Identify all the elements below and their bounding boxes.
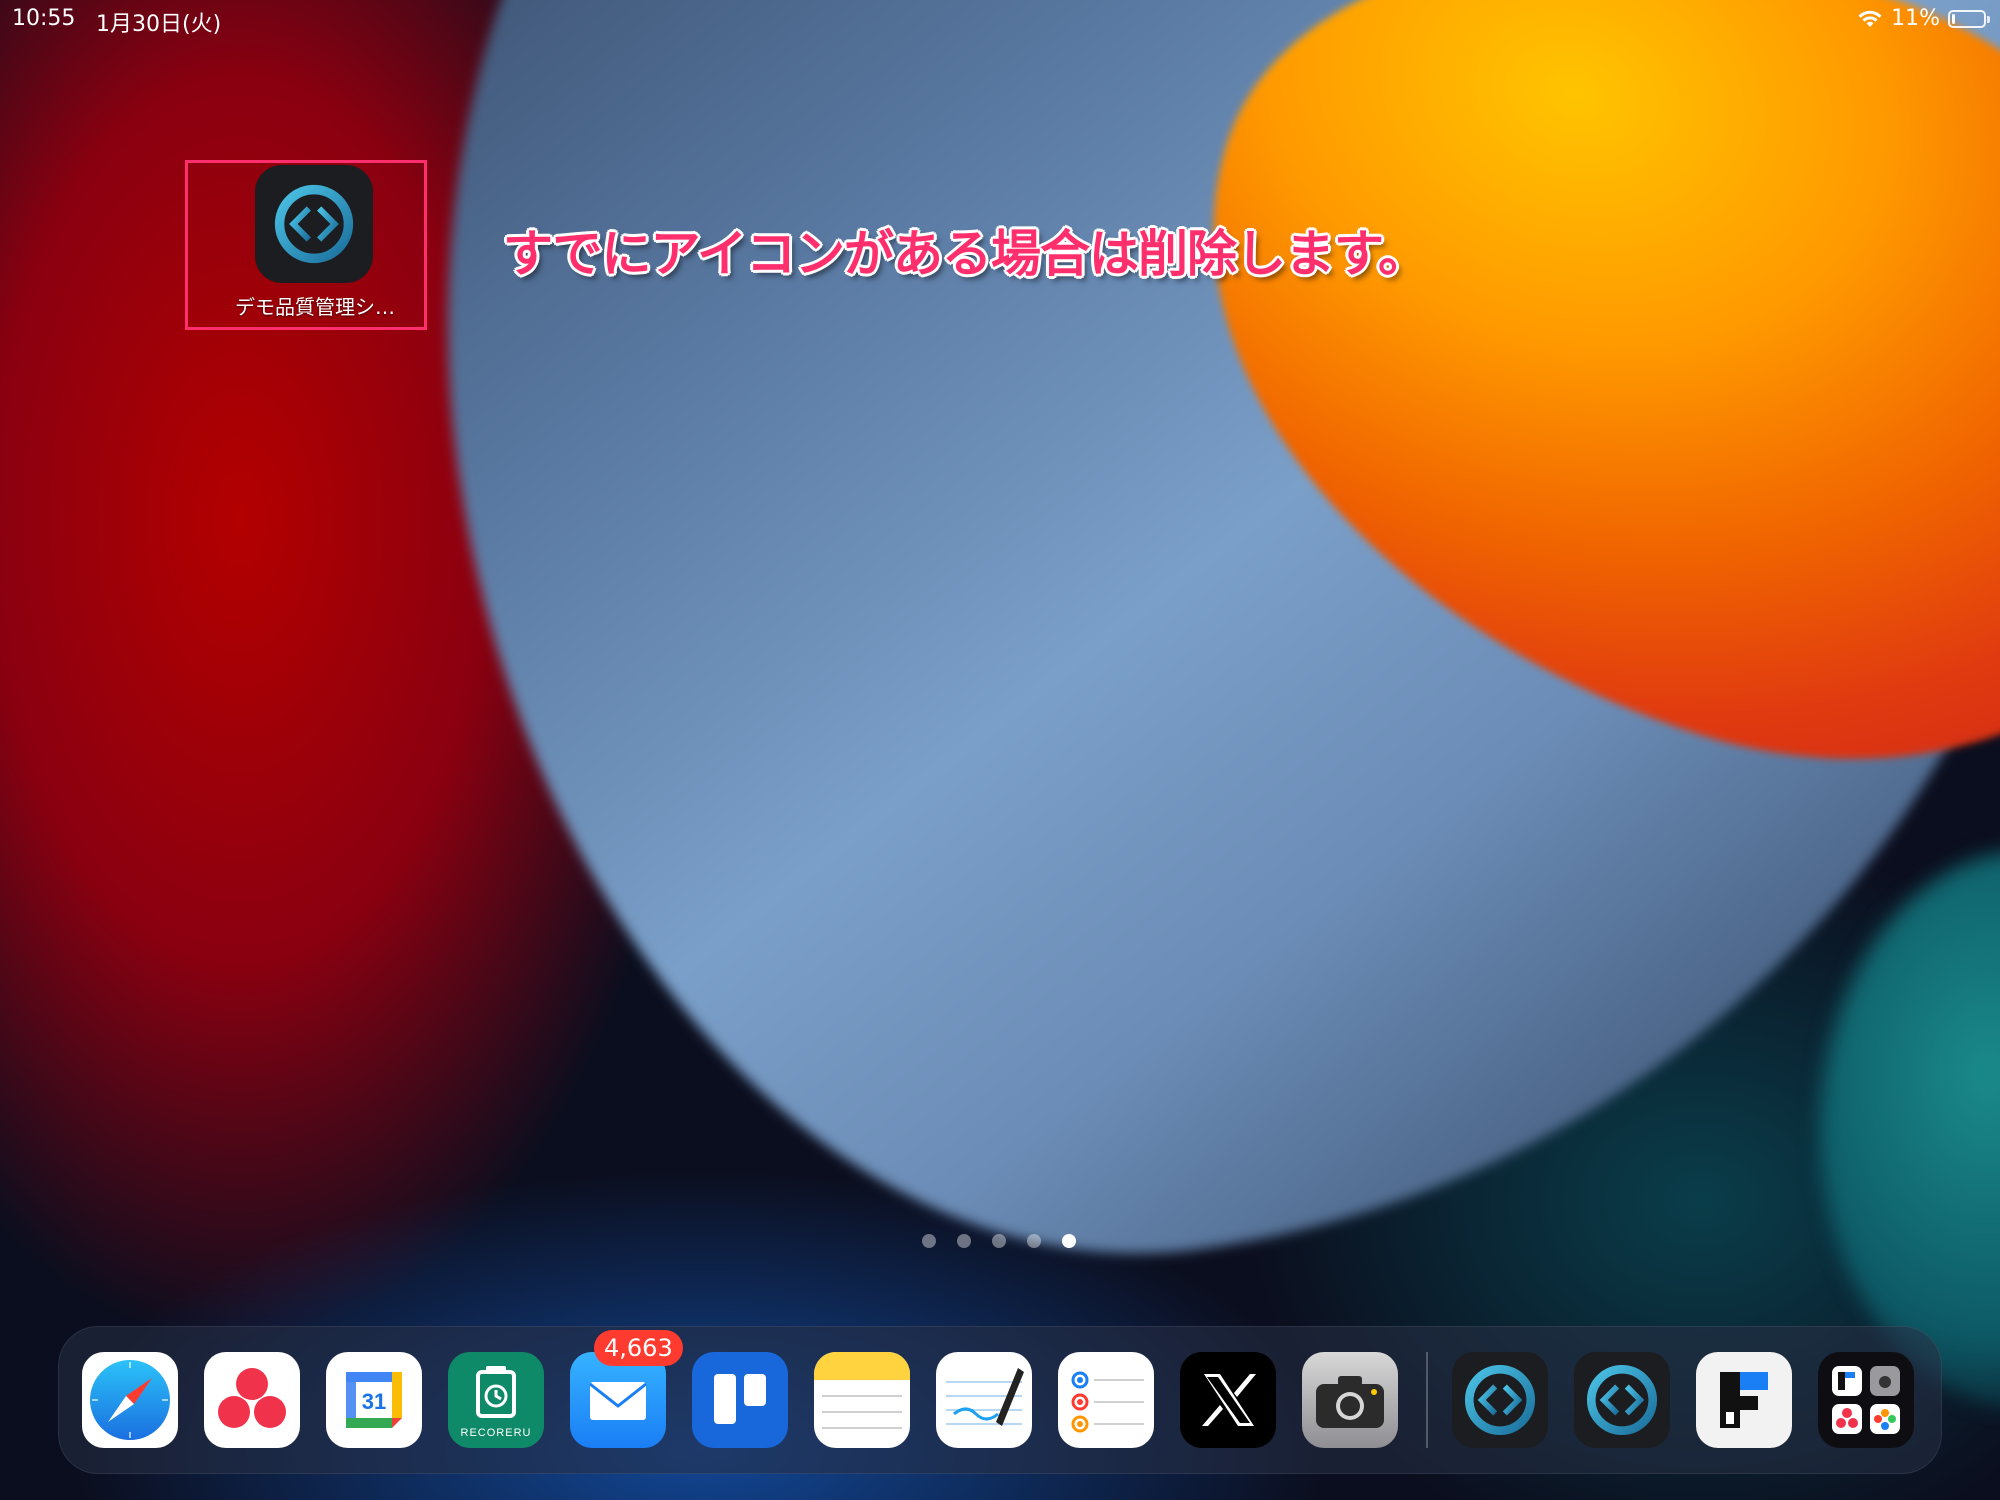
status-date: 1月30日(火) <box>96 12 222 37</box>
annotation-text: すでにアイコンがある場合は削除します。 <box>503 225 1428 283</box>
status-indicators: 11% <box>1857 6 1990 31</box>
status-time: 10:55 <box>12 6 76 31</box>
status-bar: 10:55 1月30日(火) 11% <box>0 0 2000 40</box>
dock-app-safari[interactable] <box>82 1352 178 1448</box>
trello-icon <box>714 1374 766 1424</box>
dock-app-filemaker-go[interactable] <box>1452 1352 1548 1448</box>
dock-app-google-calendar[interactable]: 31 <box>326 1352 422 1448</box>
home-app-label: デモ品質管理シ… <box>235 295 395 319</box>
svg-text:RECORERU: RECORERU <box>461 1427 532 1439</box>
battery-icon <box>1948 9 1990 28</box>
svg-text:31: 31 <box>362 1389 386 1414</box>
google-calendar-icon: 31 <box>346 1372 402 1428</box>
page-indicator[interactable] <box>922 1234 1076 1248</box>
dock-app-filemaker-go-2[interactable] <box>1574 1352 1670 1448</box>
dock-app-freeform[interactable] <box>936 1352 1032 1448</box>
safari-icon <box>90 1360 170 1440</box>
mail-badge: 4,663 <box>594 1330 683 1366</box>
x-icon <box>1202 1374 1256 1426</box>
battery-percentage: 11% <box>1891 6 1940 31</box>
page-dot[interactable] <box>1027 1234 1041 1248</box>
dock-divider <box>1426 1352 1428 1448</box>
page-dot[interactable] <box>922 1234 936 1248</box>
dock: 31 RECORERU 4,663 <box>58 1326 1942 1474</box>
freeform-icon <box>946 1368 1024 1426</box>
asana-icon <box>218 1368 286 1428</box>
forms-app-icon <box>1720 1372 1768 1428</box>
notes-icon <box>814 1352 910 1429</box>
page-dot[interactable] <box>957 1234 971 1248</box>
page-dot[interactable] <box>992 1234 1006 1248</box>
mail-icon <box>589 1382 647 1420</box>
wifi-icon <box>1857 9 1883 29</box>
app-library-icon <box>1832 1366 1900 1434</box>
dock-app-library[interactable] <box>1818 1352 1914 1448</box>
dock-app-recoreru[interactable]: RECORERU <box>448 1352 544 1448</box>
dock-app-mail-wrapper[interactable]: 4,663 <box>570 1330 683 1448</box>
battery-level <box>1952 13 1955 24</box>
recoreru-icon: RECORERU <box>461 1366 532 1439</box>
dock-app-mail[interactable] <box>570 1352 666 1448</box>
dock-app-forms[interactable] <box>1696 1352 1792 1448</box>
claris-filemaker-icon <box>1464 1364 1536 1436</box>
dock-app-trello[interactable] <box>692 1352 788 1448</box>
reminders-icon <box>1071 1371 1144 1433</box>
home-app-demo-quality[interactable]: デモ品質管理シ… <box>235 165 395 319</box>
claris-filemaker-icon <box>1586 1364 1658 1436</box>
claris-filemaker-icon[interactable] <box>255 165 373 283</box>
dock-app-x[interactable] <box>1180 1352 1276 1448</box>
camera-icon <box>1316 1376 1384 1428</box>
dock-app-camera[interactable] <box>1302 1352 1398 1448</box>
dock-app-reminders[interactable] <box>1058 1352 1154 1448</box>
dock-app-notes[interactable] <box>814 1352 910 1448</box>
dock-app-asana[interactable] <box>204 1352 300 1448</box>
page-dot-current[interactable] <box>1062 1234 1076 1248</box>
